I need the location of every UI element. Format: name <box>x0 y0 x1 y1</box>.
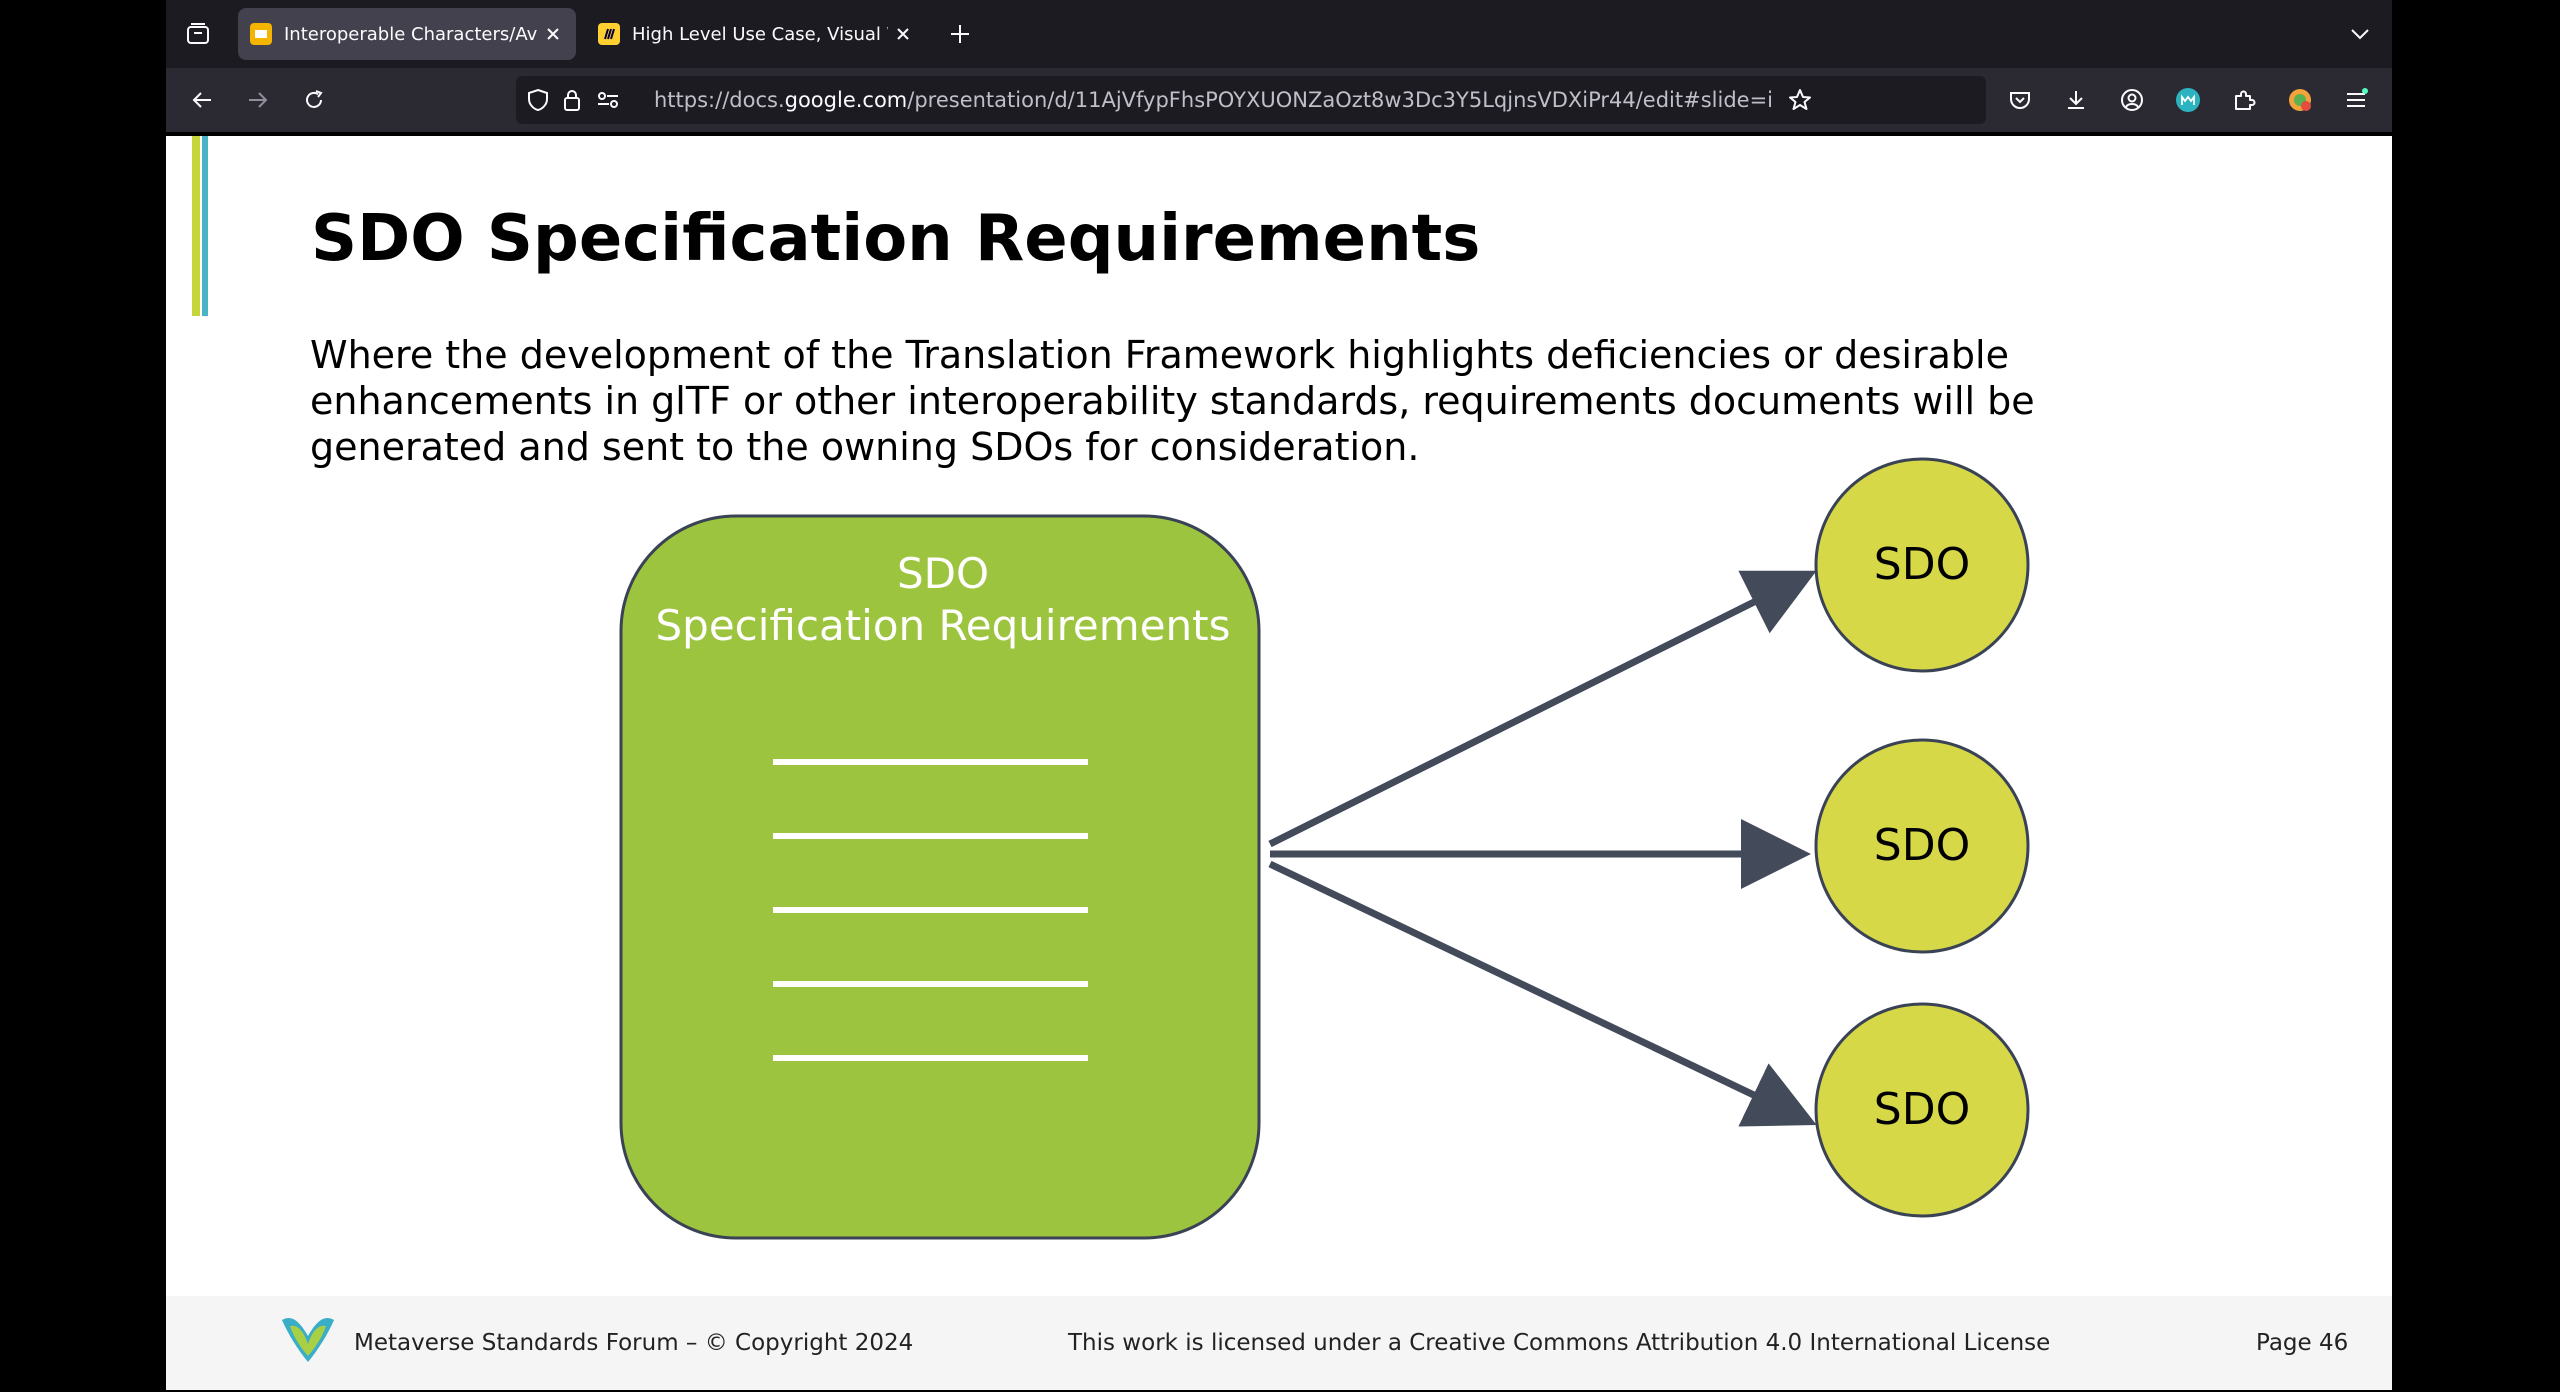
permissions-icon[interactable] <box>596 88 620 112</box>
extension-m-button[interactable] <box>2170 82 2206 118</box>
box-title-line1: SDO <box>897 549 989 598</box>
box-title-line2: Specification Requirements <box>656 601 1231 650</box>
sdo-circle-bottom-label: SDO <box>1874 1084 1970 1135</box>
puzzle-icon <box>2235 90 2256 110</box>
footer-license: This work is licensed under a Creative C… <box>1068 1330 2051 1356</box>
bookmark-star-icon[interactable] <box>1788 88 1812 112</box>
close-tab-icon[interactable] <box>542 23 564 45</box>
reload-button[interactable] <box>296 82 332 118</box>
tab-list-button[interactable] <box>180 16 216 52</box>
close-tab-icon[interactable] <box>892 23 914 45</box>
tab-high-level-use-case[interactable]: High Level Use Case, Visual Wo <box>586 8 926 60</box>
plus-icon <box>951 25 969 43</box>
download-icon <box>2068 91 2084 109</box>
reload-icon <box>306 90 323 108</box>
address-bar[interactable]: https://docs.google.com/presentation/d/1… <box>516 76 1986 124</box>
arrow-to-sdo-bottom <box>1268 860 1817 1127</box>
tab-bar: Interoperable Characters/Avatars High Le… <box>166 0 2392 68</box>
extensions-button[interactable] <box>2226 82 2262 118</box>
arrow-left-icon <box>192 92 211 108</box>
navigation-toolbar: https://docs.google.com/presentation/d/1… <box>166 68 2392 132</box>
account-icon <box>2121 89 2143 111</box>
app-menu-button[interactable] <box>2338 82 2374 118</box>
arrow-to-sdo-top <box>1268 570 1817 848</box>
sdo-circle-top-label: SDO <box>1874 539 1970 590</box>
sdo-circle-middle-label: SDO <box>1874 820 1970 871</box>
footer-page-number: Page 46 <box>2256 1330 2349 1356</box>
tab-interoperable-characters[interactable]: Interoperable Characters/Avatars <box>238 8 576 60</box>
pocket-button[interactable] <box>2002 82 2038 118</box>
forward-button[interactable] <box>240 82 276 118</box>
extension-color-button[interactable] <box>2282 82 2318 118</box>
hamburger-menu-icon <box>2347 88 2368 107</box>
downloads-button[interactable] <box>2058 82 2094 118</box>
slide-footer: Metaverse Standards Forum – © Copyright … <box>166 1296 2392 1390</box>
tab-list-icon <box>187 23 209 44</box>
chevron-down-icon <box>2351 29 2369 40</box>
extension-m-icon <box>2176 88 2200 112</box>
extension-color-icon <box>2289 89 2311 111</box>
url-text[interactable]: https://docs.google.com/presentation/d/1… <box>654 76 1774 124</box>
back-button[interactable] <box>184 82 220 118</box>
shield-icon[interactable] <box>526 88 550 112</box>
footer-copyright: Metaverse Standards Forum – © Copyright … <box>354 1330 914 1356</box>
miro-favicon-icon <box>598 23 620 45</box>
lock-icon[interactable] <box>560 88 584 112</box>
sdo-diagram: SDO Specification Requirements SDO SDO S… <box>619 457 2030 1240</box>
account-button[interactable] <box>2114 82 2150 118</box>
list-all-tabs-button[interactable] <box>2342 16 2378 52</box>
pocket-icon <box>2010 92 2030 109</box>
slide-canvas[interactable]: SDO Specification Requirements Where the… <box>166 136 2392 1390</box>
metaverse-standards-forum-logo-icon <box>282 1317 334 1362</box>
slides-favicon-icon <box>250 23 272 45</box>
arrow-right-icon <box>249 92 268 108</box>
tab-title: Interoperable Characters/Avatars <box>284 23 538 45</box>
new-tab-button[interactable] <box>942 16 978 52</box>
tab-title: High Level Use Case, Visual Wo <box>632 23 888 45</box>
